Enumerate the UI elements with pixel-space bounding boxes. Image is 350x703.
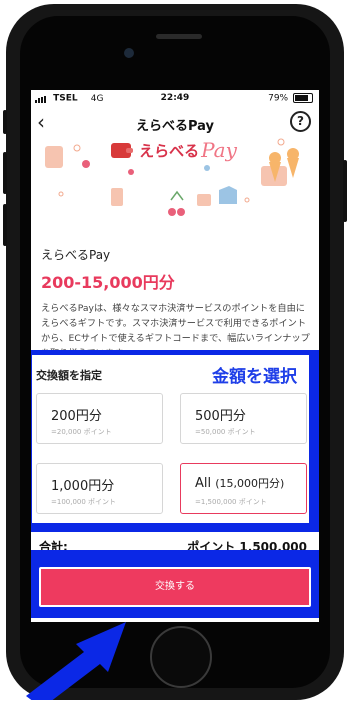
- page-title: えらべるPay: [135, 119, 215, 134]
- front-camera: [124, 48, 134, 58]
- product-info: えらべるPay 200-15,000円分 えらべるPayは、様々なスマホ決済サー…: [41, 246, 311, 361]
- brand-logo-text: えらべる: [139, 141, 200, 160]
- nav-bar: ‹ えらべるPay ?: [31, 108, 319, 138]
- amount-option-all[interactable]: All (15,000円分) =1,500,000 ポイント: [180, 463, 307, 514]
- mute-switch: [3, 110, 7, 134]
- speaker-grille: [156, 34, 202, 39]
- select-amount-annotation: 金額を選択: [212, 367, 297, 387]
- amount-option-200[interactable]: 200円分 =20,000 ポイント: [36, 393, 163, 444]
- product-banner: えらべる Pay: [31, 138, 319, 230]
- volume-down-button: [3, 204, 7, 246]
- brand-logo: えらべる Pay: [111, 138, 237, 164]
- brand-logo-pay: Pay: [201, 138, 237, 162]
- product-name: えらべるPay: [41, 248, 111, 262]
- pointer-arrow-icon: [26, 622, 126, 700]
- help-icon[interactable]: ?: [290, 111, 311, 132]
- amount-option-1000[interactable]: 1,000円分 =100,000 ポイント: [36, 463, 163, 514]
- app-screen: TSEL 4G 22:49 79% ‹ えらべるPay ? えらべる Pay え…: [31, 90, 319, 622]
- battery-percent: 79%: [268, 93, 289, 104]
- status-bar: TSEL 4G 22:49 79%: [31, 90, 319, 108]
- power-button: [343, 160, 347, 222]
- exchange-amount-label: 交換額を指定: [36, 369, 102, 382]
- home-button[interactable]: [150, 626, 212, 688]
- product-range: 200-15,000円分: [41, 273, 175, 292]
- volume-up-button: [3, 152, 7, 194]
- amount-selection-highlight: 交換額を指定 金額を選択 200円分 =20,000 ポイント 500円分 =5…: [31, 350, 319, 532]
- amount-selection-panel: 交換額を指定 金額を選択 200円分 =20,000 ポイント 500円分 =5…: [32, 355, 309, 523]
- wallet-icon: [111, 142, 133, 158]
- battery-icon: [293, 93, 313, 103]
- amount-option-500[interactable]: 500円分 =50,000 ポイント: [180, 393, 307, 444]
